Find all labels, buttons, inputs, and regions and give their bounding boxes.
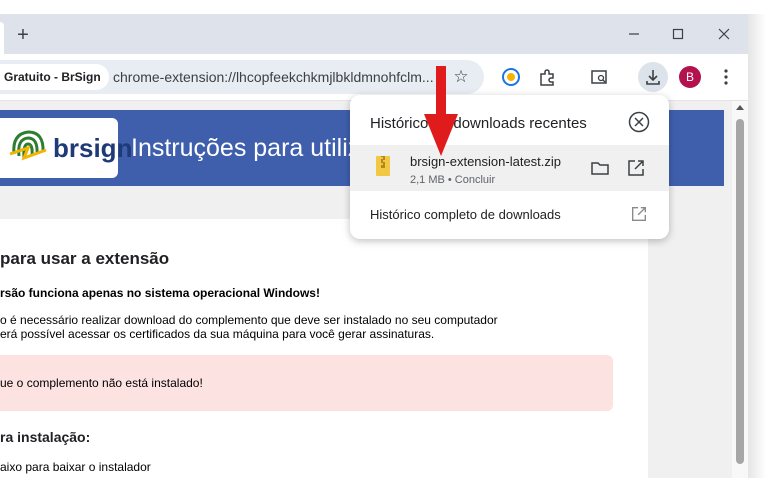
red-arrow-annotation xyxy=(424,66,458,156)
brsign-logo-icon xyxy=(502,68,520,86)
paragraph-line: o é necessário realizar download do comp… xyxy=(0,313,498,327)
download-icon xyxy=(646,70,660,85)
logo-text: brsign xyxy=(53,133,133,163)
logo: brsign xyxy=(0,118,132,178)
download-meta: 2,1 MB • Concluir xyxy=(410,174,496,186)
scrollbar-thumb[interactable] xyxy=(736,119,744,464)
paragraph-line: erá possível acessar os certificados da … xyxy=(0,327,435,341)
fingerprint-logo-icon xyxy=(9,130,47,161)
alert-box: ue o complemento não está instalado! xyxy=(0,355,613,411)
profile-button[interactable]: B xyxy=(675,62,705,92)
downloads-button[interactable] xyxy=(638,62,668,92)
full-history-link[interactable]: Histórico completo de downloads xyxy=(370,207,561,222)
toolbar: Gratuito - BrSign chrome-extension://lhc… xyxy=(0,54,748,101)
scroll-up-arrow[interactable] xyxy=(736,105,744,110)
install-subheading: ra instalação: xyxy=(0,429,91,445)
open-external-icon[interactable] xyxy=(630,205,648,223)
banner-title: Instruções para utiliz xyxy=(131,134,361,162)
minimize-icon xyxy=(629,33,639,35)
tab-search-button[interactable] xyxy=(584,62,614,92)
menu-button[interactable] xyxy=(711,62,741,92)
site-chip[interactable]: Gratuito - BrSign xyxy=(0,64,109,90)
maximize-button[interactable] xyxy=(658,18,698,50)
url-text[interactable]: chrome-extension://lhcopfeekchkmjlbkldmn… xyxy=(113,60,443,94)
windows-warning: rsão funciona apenas no sistema operacio… xyxy=(0,286,320,300)
folder-icon[interactable] xyxy=(590,158,610,178)
scrollbar[interactable] xyxy=(732,101,748,478)
page-heading: para usar a extensão xyxy=(0,249,170,268)
close-icon xyxy=(718,28,730,40)
window-shadow xyxy=(748,14,766,478)
address-bar[interactable]: Gratuito - BrSign chrome-extension://lhc… xyxy=(0,60,484,94)
close-window-button[interactable] xyxy=(704,18,744,50)
open-external-icon[interactable] xyxy=(626,158,646,178)
avatar: B xyxy=(679,66,701,88)
active-tab-edge[interactable] xyxy=(0,22,4,54)
install-instruction: aixo para baixar o instalador xyxy=(0,460,151,474)
extension-puzzle-icon xyxy=(540,69,554,86)
search-tab-icon xyxy=(591,70,607,84)
new-tab-button[interactable]: + xyxy=(10,22,36,48)
popup-title: Histórico de downloads recentes xyxy=(370,115,587,132)
browser-window: + Gratuito - BrSign chrome-extension://l… xyxy=(0,0,748,478)
close-circle-icon[interactable] xyxy=(628,111,650,133)
alert-text: ue o complemento não está instalado! xyxy=(0,376,203,390)
brsign-extension-icon[interactable] xyxy=(496,62,526,92)
extensions-button[interactable] xyxy=(532,62,562,92)
title-bar: + xyxy=(0,14,748,54)
download-item[interactable]: brsign-extension-latest.zip 2,1 MB • Con… xyxy=(350,145,669,191)
menu-dots-icon xyxy=(724,69,728,85)
minimize-button[interactable] xyxy=(614,18,654,50)
downloads-popup: Histórico de downloads recentes brsign-e… xyxy=(350,95,669,239)
zip-file-icon xyxy=(376,156,390,176)
maximize-icon xyxy=(672,28,684,40)
